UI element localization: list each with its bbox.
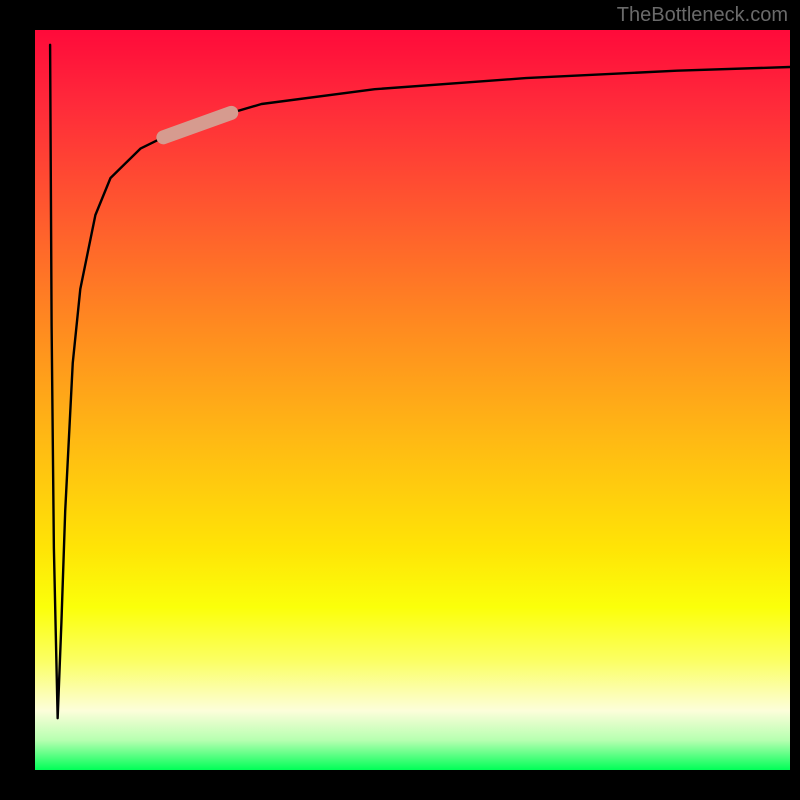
chart-highlight-segment xyxy=(163,113,231,137)
chart-curve-path xyxy=(50,45,790,718)
chart-plot-area xyxy=(35,30,790,770)
chart-curve-svg xyxy=(35,30,790,770)
attribution-text: TheBottleneck.com xyxy=(617,4,788,27)
